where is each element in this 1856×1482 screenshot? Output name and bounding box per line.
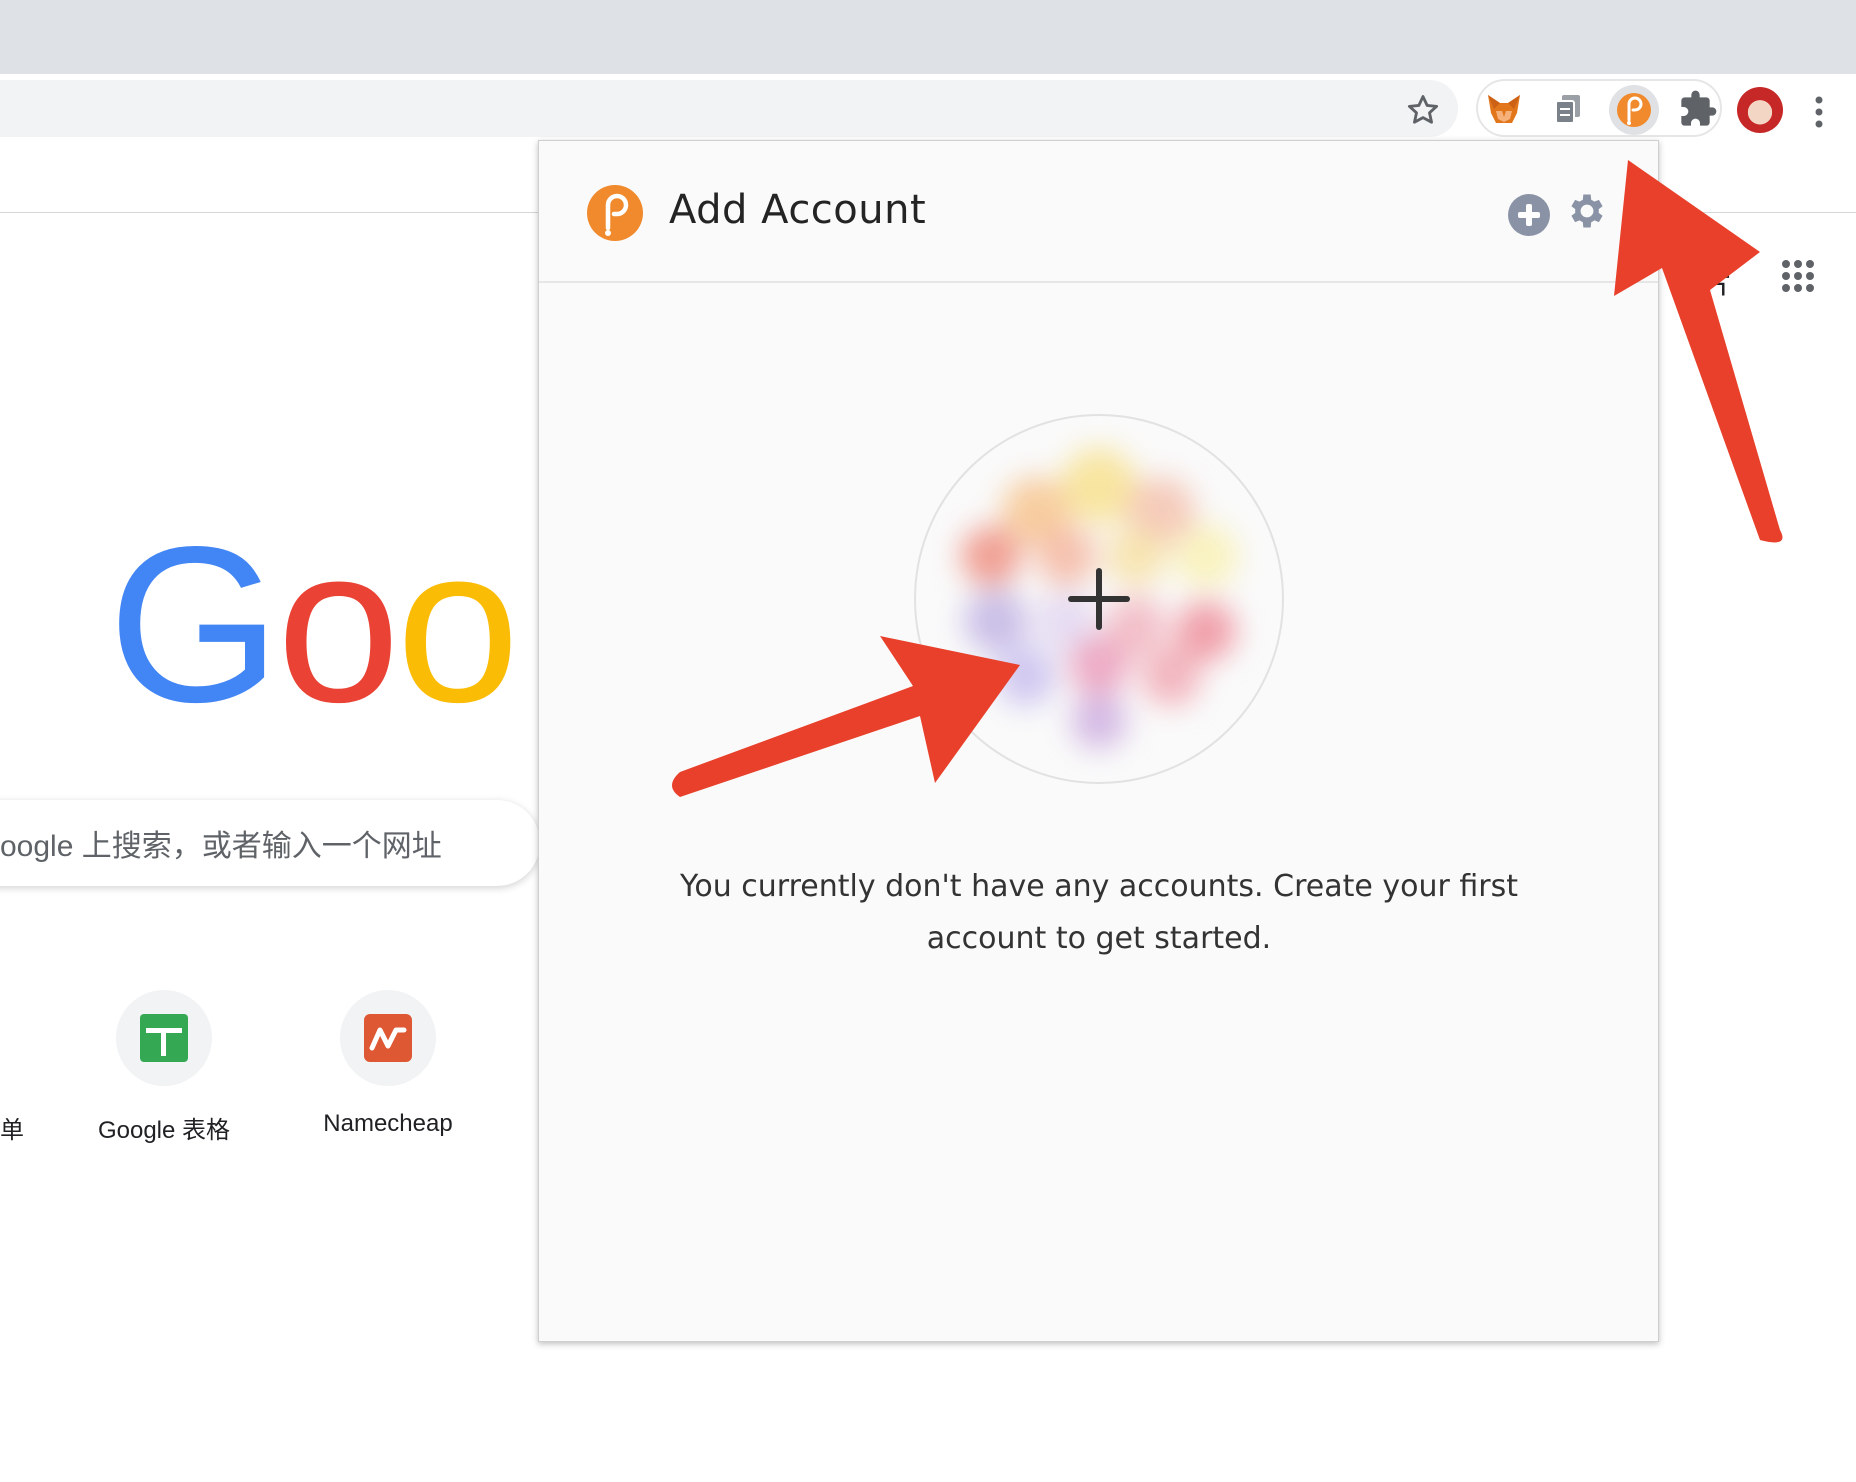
apps-grid-icon[interactable] [1780, 258, 1816, 294]
google-logo: Goog [108, 510, 538, 740]
empty-message-line: account to get started. [926, 921, 1272, 956]
popup-title: Add Account [669, 187, 927, 233]
shortcut-google-sheets[interactable] [116, 990, 212, 1086]
copy-icon[interactable] [1548, 89, 1588, 129]
empty-accounts-message: You currently don't have any accounts. C… [659, 861, 1539, 965]
search-placeholder: oogle 上搜索，或者输入一个网址 [0, 830, 442, 863]
polkadot-logo-icon [585, 183, 645, 243]
shortcut-label: Google 表格 [97, 1117, 231, 1144]
add-icon[interactable] [1507, 193, 1551, 237]
empty-message-line: You currently don't have any accounts. C… [680, 869, 1518, 904]
avatar[interactable] [1737, 87, 1783, 133]
star-icon[interactable] [1404, 91, 1442, 129]
partial-shortcut-label: 单 [0, 1117, 24, 1144]
tab-strip [0, 0, 1856, 74]
popup-header: Add Account [539, 141, 1658, 283]
extension-popup: Add Account You currently don't have any… [538, 140, 1659, 1342]
settings-icon[interactable] [1565, 189, 1609, 233]
shortcut-namecheap[interactable] [340, 990, 436, 1086]
logo-letter: G [108, 510, 281, 740]
puzzle-icon[interactable] [1678, 89, 1718, 129]
namecheap-icon [364, 1014, 412, 1062]
logo-letter: o [396, 510, 519, 740]
sheets-icon [140, 1014, 188, 1062]
address-bar[interactable] [0, 80, 1458, 137]
logo-letter: o [276, 510, 400, 740]
more-vert-icon[interactable] [1812, 92, 1826, 132]
polkadot-icon [1614, 90, 1654, 130]
shortcut-label: Namecheap [323, 1110, 453, 1137]
create-account-button[interactable] [914, 414, 1284, 784]
partial-header-text: 片 [1702, 267, 1732, 300]
fox-icon[interactable] [1484, 89, 1524, 129]
plus-icon [1064, 564, 1134, 634]
